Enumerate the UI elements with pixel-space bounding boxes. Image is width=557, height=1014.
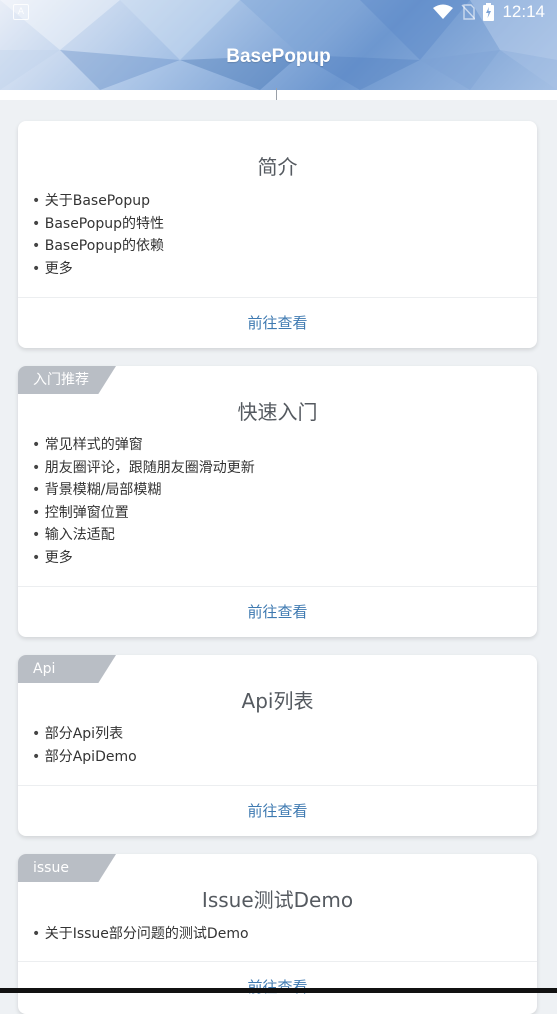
app-header: A 12:14 BasePopup xyxy=(0,0,557,90)
list-item: 更多 xyxy=(32,258,164,281)
card-item-list: 部分Api列表 部分ApiDemo xyxy=(32,723,137,768)
list-item: 朋友圈评论，跟随朋友圈滑动更新 xyxy=(32,457,255,480)
wifi-icon xyxy=(433,4,454,19)
card-tag: Api xyxy=(18,655,116,683)
battery-charging-icon xyxy=(483,3,495,21)
card-title: Api列表 xyxy=(241,689,314,713)
view-more-button[interactable]: 前往查看 xyxy=(18,297,537,348)
status-time: 12:14 xyxy=(502,2,545,21)
view-more-button[interactable]: 前往查看 xyxy=(18,961,537,1012)
view-more-button[interactable]: 前往查看 xyxy=(18,785,537,836)
card-item-list: 常见样式的弹窗 朋友圈评论，跟随朋友圈滑动更新 背景模糊/局部模糊 控制弹窗位置… xyxy=(32,434,255,569)
card-title: Issue测试Demo xyxy=(201,888,354,912)
card-api-list: Api Api列表 部分Api列表 部分ApiDemo 前往查看 xyxy=(18,655,537,836)
system-nav-bar xyxy=(0,988,557,993)
list-item: 更多 xyxy=(32,547,255,570)
status-bar: A 12:14 xyxy=(0,0,557,26)
card-tag: issue xyxy=(18,854,116,882)
no-sim-icon xyxy=(461,4,476,20)
card-title: 快速入门 xyxy=(237,400,318,424)
view-more-button[interactable]: 前往查看 xyxy=(18,586,537,637)
card-item-list: 关于Issue部分问题的测试Demo xyxy=(32,923,249,946)
list-item: 控制弹窗位置 xyxy=(32,502,255,525)
list-item: 常见样式的弹窗 xyxy=(32,434,255,457)
tab-divider xyxy=(276,88,277,100)
status-icons: 12:14 xyxy=(433,2,545,22)
tab-strip xyxy=(0,90,557,100)
list-item: 背景模糊/局部模糊 xyxy=(32,479,255,502)
list-item: 输入法适配 xyxy=(32,524,255,547)
notification-icon: A xyxy=(13,4,29,20)
card-quick-start: 入门推荐 快速入门 常见样式的弹窗 朋友圈评论，跟随朋友圈滑动更新 背景模糊/局… xyxy=(18,366,537,637)
list-item: BasePopup的依赖 xyxy=(32,235,164,258)
card-tag: 入门推荐 xyxy=(18,366,116,394)
app-title: BasePopup xyxy=(226,46,331,67)
list-item: 关于BasePopup xyxy=(32,190,164,213)
list-item: 关于Issue部分问题的测试Demo xyxy=(32,923,249,946)
list-item: BasePopup的特性 xyxy=(32,213,164,236)
card-title: 简介 xyxy=(257,155,298,179)
card-item-list: 关于BasePopup BasePopup的特性 BasePopup的依赖 更多 xyxy=(32,190,164,280)
list-item: 部分Api列表 xyxy=(32,723,137,746)
list-item: 部分ApiDemo xyxy=(32,746,137,769)
card-intro: 简介 关于BasePopup BasePopup的特性 BasePopup的依赖… xyxy=(18,121,537,348)
